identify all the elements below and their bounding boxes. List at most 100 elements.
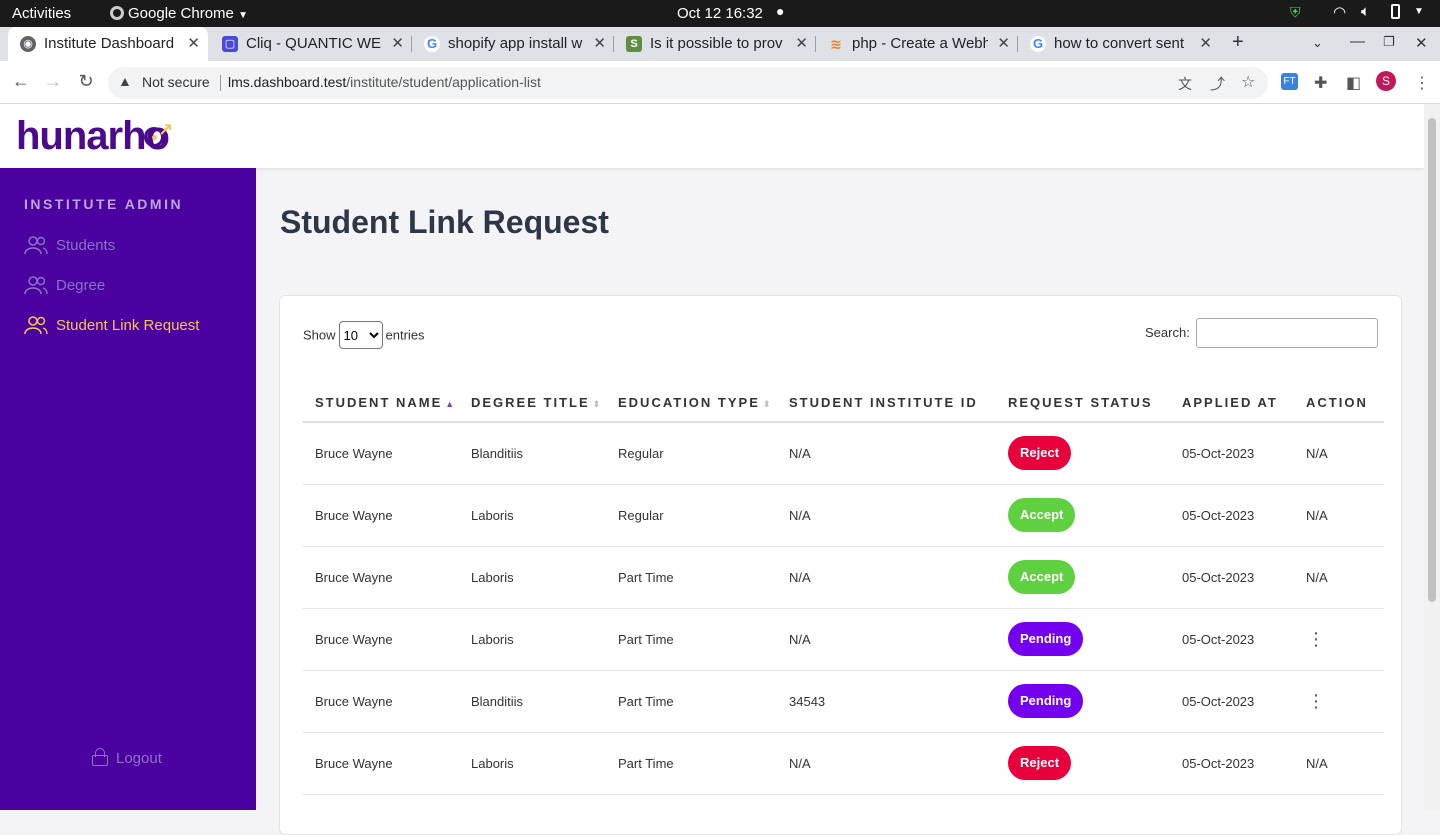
- battery-icon[interactable]: [1391, 4, 1400, 23]
- sidebar-item-label: Degree: [56, 277, 106, 294]
- close-icon[interactable]: ✕: [593, 34, 606, 52]
- tab-search-chevron-icon[interactable]: ⌄: [1312, 35, 1323, 51]
- tab-shopify-question[interactable]: S Is it possible to prov ✕: [614, 27, 816, 61]
- site-header: hunarho ↗: [0, 104, 1424, 168]
- warning-icon[interactable]: ▲: [118, 73, 132, 89]
- degree-title-cell: Blanditiis: [459, 422, 606, 485]
- degree-title-cell: Laboris: [459, 546, 606, 609]
- users-icon: [24, 316, 48, 335]
- google-icon: G: [424, 36, 440, 52]
- institute-id-cell: N/A: [777, 484, 996, 547]
- institute-id-cell: N/A: [777, 546, 996, 609]
- close-icon[interactable]: ✕: [391, 34, 404, 52]
- column-header-action[interactable]: ACTION: [1294, 384, 1384, 423]
- users-icon: [24, 236, 48, 255]
- more-actions-icon[interactable]: ⋮: [1306, 630, 1326, 648]
- tab-title: Cliq - QUANTIC WEB: [246, 35, 382, 52]
- table-row: Bruce Wayne Laboris Part Time N/A Pendin…: [303, 608, 1384, 671]
- page-size-select[interactable]: 10: [338, 321, 383, 349]
- tab-institute-dashboard[interactable]: ◉ Institute Dashboard ✕: [8, 27, 208, 61]
- column-header-request-status[interactable]: REQUEST STATUS: [996, 384, 1170, 423]
- sidebar-item-label: Student Link Request: [56, 317, 200, 334]
- column-header-degree-title[interactable]: DEGREE TITLE ⬍: [459, 384, 606, 423]
- show-label: Show: [303, 327, 336, 343]
- column-header-student-institute-id[interactable]: STUDENT INSTITUTE ID: [777, 384, 996, 423]
- education-type-cell: Part Time: [606, 546, 777, 609]
- clock[interactable]: Oct 12 16:32: [677, 5, 763, 22]
- column-header-applied-at[interactable]: APPLIED AT: [1170, 384, 1294, 423]
- applied-at-cell: 05-Oct-2023: [1170, 484, 1294, 547]
- status-badge-reject: Reject: [1008, 436, 1072, 471]
- student-name-cell: Bruce Wayne: [303, 670, 459, 733]
- scrollbar-thumb[interactable]: [1428, 118, 1436, 602]
- volume-icon[interactable]: 🔈︎: [1361, 3, 1370, 20]
- brand-logo[interactable]: hunarho ↗: [16, 114, 173, 159]
- translate-icon[interactable]: 文: [1178, 74, 1192, 94]
- more-actions-icon[interactable]: ⋮: [1306, 692, 1326, 710]
- education-type-cell: Regular: [606, 422, 777, 485]
- notification-dot-icon: ●: [776, 3, 785, 19]
- shield-icon[interactable]: ⛨: [1290, 4, 1301, 21]
- close-icon[interactable]: ✕: [187, 34, 200, 52]
- requests-table: STUDENT NAME ▲ DEGREE TITLE ⬍ EDUCATION TY…: [303, 384, 1384, 795]
- side-panel-icon[interactable]: ◧: [1346, 73, 1361, 93]
- reload-icon[interactable]: ↻: [75, 71, 97, 92]
- close-icon[interactable]: ✕: [997, 34, 1010, 52]
- table-row: Bruce Wayne Laboris Part Time N/A Accept…: [303, 546, 1384, 609]
- table-row: Bruce Wayne Laboris Part Time N/A Reject…: [303, 732, 1384, 795]
- logout-button[interactable]: Logout: [92, 748, 162, 767]
- url-text[interactable]: lms.dashboard.test/institute/student/app…: [228, 74, 541, 90]
- shopify-icon: S: [626, 36, 642, 52]
- education-type-cell: Regular: [606, 484, 777, 547]
- browser-toolbar: ← → ↻ ▲ Not secure lms.dashboard.test/in…: [0, 61, 1440, 104]
- tab-convert-sent[interactable]: G how to convert sent ✕: [1018, 27, 1220, 61]
- forward-icon[interactable]: →: [42, 71, 64, 92]
- puzzle-icon[interactable]: ✚: [1314, 73, 1327, 93]
- address-bar[interactable]: ▲ Not secure lms.dashboard.test/institut…: [108, 67, 1268, 99]
- activities-button[interactable]: Activities: [12, 5, 71, 22]
- app-menu[interactable]: Google Chrome ▼: [110, 5, 248, 22]
- tab-title: php - Create a Webh: [852, 35, 988, 52]
- education-type-cell: Part Time: [606, 608, 777, 671]
- os-top-bar: Activities Google Chrome ▼ Oct 12 16:32 …: [0, 0, 1440, 27]
- minimize-icon[interactable]: —: [1350, 33, 1365, 50]
- status-badge-pending: Pending: [1008, 684, 1084, 718]
- kebab-menu-icon[interactable]: ⋮: [1414, 73, 1430, 93]
- share-icon[interactable]: ⤴: [1210, 73, 1225, 94]
- entries-label: entries: [385, 327, 425, 343]
- column-header-education-type[interactable]: EDUCATION TYPE ⬍: [606, 384, 777, 423]
- degree-title-cell: Laboris: [459, 484, 606, 547]
- globe-icon: ◉: [20, 36, 36, 52]
- tab-shopify-app-install[interactable]: G shopify app install w ✕: [412, 27, 614, 61]
- restore-icon[interactable]: ❐: [1383, 34, 1395, 50]
- sidebar: INSTITUTE ADMIN Students Degree Student …: [0, 168, 256, 810]
- page-scrollbar[interactable]: [1424, 104, 1440, 810]
- status-badge-accept: Accept: [1008, 498, 1076, 532]
- users-icon: [24, 276, 48, 295]
- new-tab-icon[interactable]: +: [1232, 31, 1244, 54]
- institute-id-cell: N/A: [777, 608, 996, 671]
- table-row: Bruce Wayne Blanditiis Regular N/A Rejec…: [303, 422, 1384, 485]
- security-label[interactable]: Not secure: [142, 74, 210, 90]
- close-icon[interactable]: ✕: [795, 34, 808, 52]
- tab-php-webhook[interactable]: ≋ php - Create a Webh ✕: [816, 27, 1018, 61]
- back-icon[interactable]: ←: [10, 71, 32, 92]
- table-card: Show 10 entries Search: STUDENT NAME ▲ DEGR…: [279, 295, 1402, 835]
- system-menu-chevron-icon[interactable]: ▼: [1414, 6, 1424, 17]
- close-icon[interactable]: ✕: [1199, 34, 1212, 52]
- degree-title-cell: Laboris: [459, 732, 606, 795]
- applied-at-cell: 05-Oct-2023: [1170, 670, 1294, 733]
- tab-cliq[interactable]: ▢ Cliq - QUANTIC WEB ✕: [210, 27, 412, 61]
- column-header-student-name[interactable]: STUDENT NAME ▲: [303, 384, 459, 423]
- table-row: Bruce Wayne Blanditiis Part Time 34543 P…: [303, 670, 1384, 733]
- browser-tab-bar: ◉ Institute Dashboard ✕ ▢ Cliq - QUANTIC…: [0, 27, 1440, 61]
- bookmark-star-icon[interactable]: ☆: [1241, 72, 1255, 92]
- window-close-icon[interactable]: ✕: [1415, 34, 1428, 52]
- search-input[interactable]: [1196, 318, 1378, 348]
- extension-icon[interactable]: FT: [1281, 73, 1298, 90]
- institute-id-cell: 34543: [777, 670, 996, 733]
- profile-avatar[interactable]: S: [1376, 71, 1396, 91]
- wifi-icon[interactable]: ◠: [1333, 3, 1346, 21]
- student-name-cell: Bruce Wayne: [303, 422, 459, 485]
- chrome-icon: [110, 6, 124, 20]
